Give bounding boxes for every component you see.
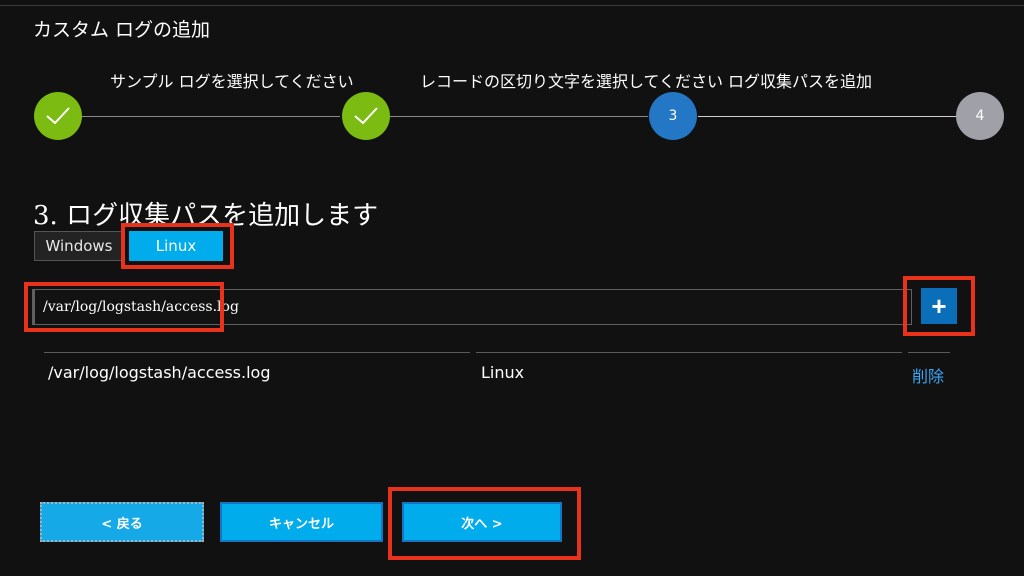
step-3-label: ログ収集パスを追加 — [728, 72, 873, 91]
top-divider — [0, 5, 1024, 6]
step-connector — [82, 116, 340, 117]
section-title: 3. ログ収集パスを追加します — [33, 201, 379, 231]
step-2-label: レコードの区切り文字を選択してください — [420, 72, 724, 91]
delete-link[interactable]: 削除 — [912, 363, 944, 387]
step-4-marker[interactable]: 4 — [956, 92, 1004, 140]
back-button[interactable]: < 戻る — [40, 502, 204, 542]
table-column-divider — [908, 352, 950, 353]
table-column-divider — [44, 352, 470, 353]
step-1-marker[interactable] — [34, 92, 82, 140]
table-column-divider — [476, 352, 902, 353]
tab-linux[interactable]: Linux — [129, 231, 223, 261]
checkmark-icon — [46, 107, 70, 125]
tab-windows[interactable]: Windows — [34, 231, 124, 261]
checkmark-icon — [354, 107, 378, 125]
page-title: カスタム ログの追加 — [33, 19, 211, 41]
path-cell: /var/log/logstash/access.log — [48, 363, 271, 382]
cancel-button[interactable]: キャンセル — [220, 502, 383, 542]
add-path-button[interactable]: + — [921, 288, 957, 324]
step-3-marker[interactable]: 3 — [649, 92, 697, 140]
next-button[interactable]: 次へ > — [402, 502, 562, 542]
log-path-input[interactable] — [32, 289, 912, 325]
plus-icon: + — [931, 290, 947, 321]
step-connector — [698, 116, 956, 117]
step-1-label: サンプル ログを選択してください — [110, 72, 354, 91]
step-2-marker[interactable] — [342, 92, 390, 140]
step-connector — [390, 116, 648, 117]
os-cell: Linux — [481, 363, 525, 382]
